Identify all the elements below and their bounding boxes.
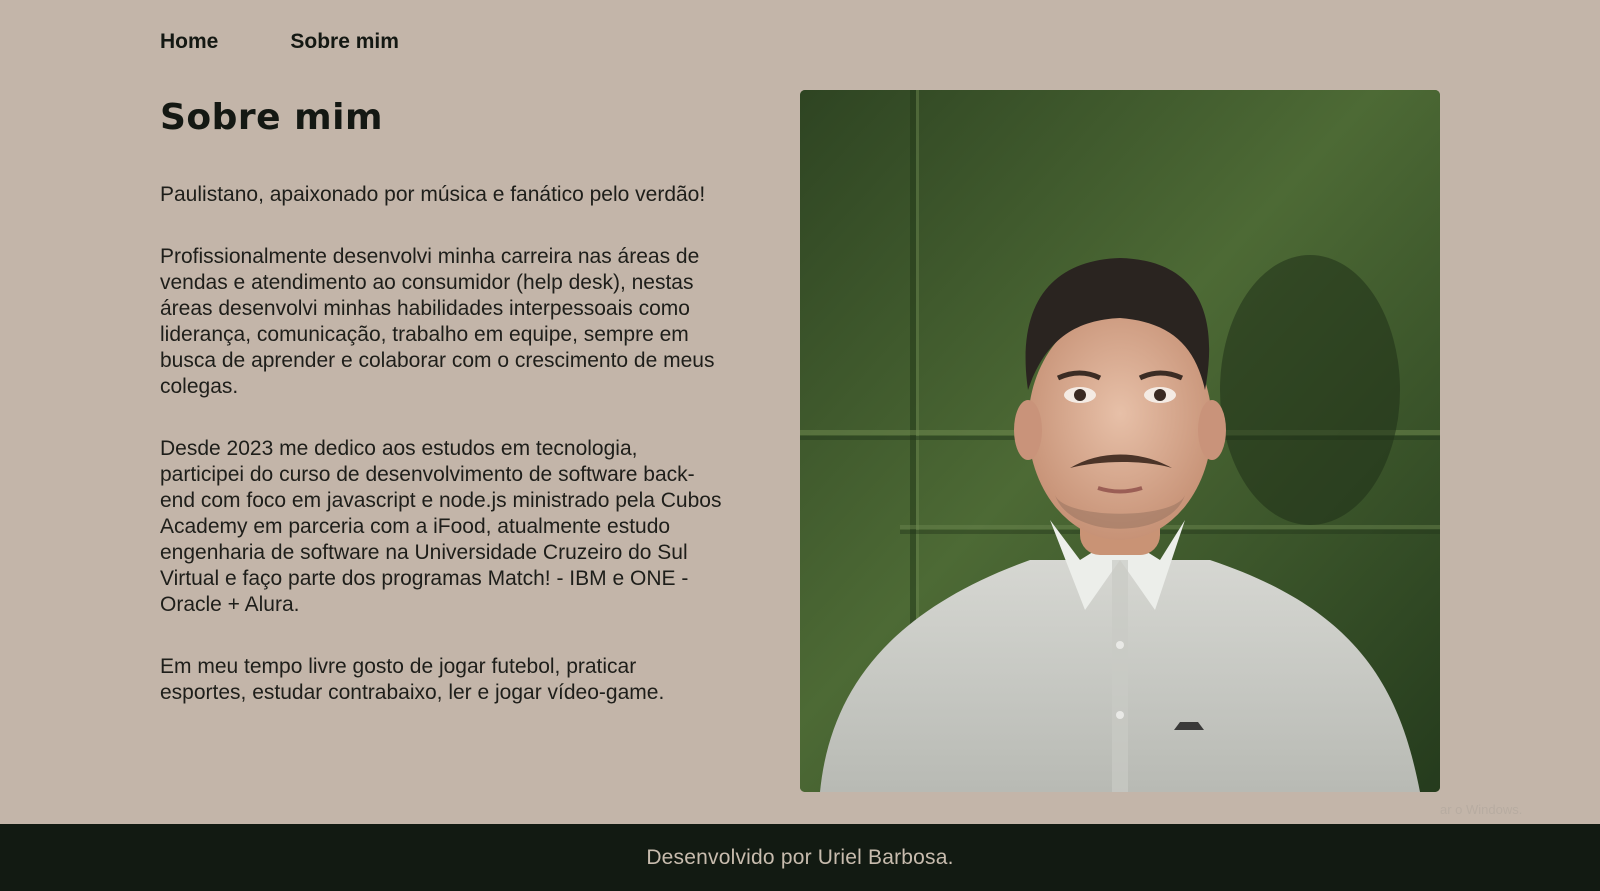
footer-credit: Desenvolvido por Uriel Barbosa. [646,845,954,869]
nav-link-sobre-mim[interactable]: Sobre mim [290,30,399,54]
footer: Desenvolvido por Uriel Barbosa. [0,824,1600,891]
main-navigation: Home Sobre mim [160,30,399,54]
windows-activation-watermark: ar o Windows. [1440,802,1523,817]
about-section: Sobre mim Paulistano, apaixonado por mús… [160,88,725,742]
about-paragraph-career: Profissionalmente desenvolvi minha carre… [160,244,715,398]
page-title: Sobre mim [160,97,383,138]
profile-photo [800,90,1440,792]
about-paragraph-intro: Paulistano, apaixonado por música e faná… [160,182,706,206]
about-paragraph-studies: Desde 2023 me dedico aos estudos em tecn… [160,436,722,616]
about-paragraph-hobbies: Em meu tempo livre gosto de jogar futebo… [160,654,665,704]
nav-link-home[interactable]: Home [160,30,218,54]
profile-photo-illustration [800,90,1440,792]
